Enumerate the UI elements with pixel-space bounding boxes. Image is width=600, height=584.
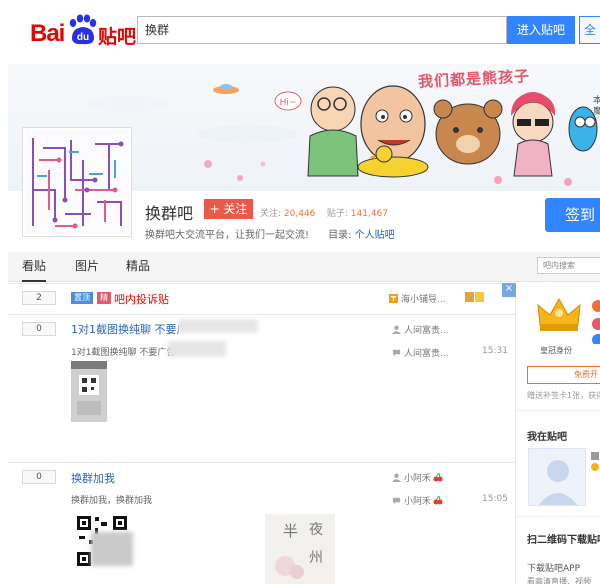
post-title-link[interactable]: 换群加我: [71, 470, 115, 486]
featured-badge: 精: [97, 292, 111, 304]
forum-avatar[interactable]: [22, 127, 132, 237]
post-thumbnail[interactable]: [71, 361, 107, 422]
user-icon: [392, 473, 401, 482]
forum-stats: 关注: 20,446 贴子: 141,467: [260, 206, 388, 219]
logo-tieba-text: 贴吧: [98, 26, 137, 48]
follow-count: 20,446: [283, 209, 316, 219]
follow-button[interactable]: + 关注: [204, 199, 253, 219]
post-thumbnail-image: [71, 361, 107, 422]
inner-search-input[interactable]: 吧内搜索: [537, 257, 600, 274]
cherry-icon: [433, 494, 443, 505]
watermark-char-1: 半: [283, 522, 298, 540]
qr-code-thumbnail[interactable]: [75, 514, 133, 568]
post-count: 141,467: [350, 209, 389, 219]
my-tieba-heading: 我在贴吧: [527, 432, 567, 443]
post-author-name: 海小铺导...: [401, 295, 446, 305]
watermark-char-3: 州: [309, 550, 323, 566]
post-divider: [8, 462, 516, 463]
free-upgrade-button[interactable]: 免费开: [527, 366, 600, 384]
last-reply-user[interactable]: 人间富贵...: [392, 346, 449, 359]
author-icon: [389, 294, 398, 303]
post-time: 15:05: [482, 494, 508, 504]
post-author[interactable]: 海小铺导...: [389, 292, 446, 305]
watermark-char-2: 夜: [309, 522, 323, 538]
watermark-thumbnail[interactable]: 半 夜 州: [265, 514, 335, 584]
signin-button[interactable]: 签到: [545, 198, 600, 232]
directory-label: 目录:: [328, 230, 352, 241]
tab-posts[interactable]: 看贴: [22, 252, 47, 282]
pinned-badge: 置顶: [71, 292, 93, 304]
last-reply-user-name: 人间富贵...: [404, 349, 449, 359]
download-app-sub: 看高清直播、视频: [527, 577, 591, 584]
close-icon[interactable]: ×: [502, 283, 516, 297]
follow-count-label: 关注:: [260, 209, 282, 219]
watermark-image: 半 夜 州: [265, 514, 335, 584]
post-title-link[interactable]: 吧内投诉贴: [114, 291, 169, 307]
tab-featured[interactable]: 精品: [126, 252, 150, 282]
thread-list-top-border: [8, 283, 516, 284]
reply-count: 0: [22, 322, 56, 336]
logo-du-text: du: [77, 32, 89, 43]
download-app-label[interactable]: 下载贴吧APP: [527, 561, 580, 574]
upgrade-note: 赠送补签卡1张，获得: [527, 391, 600, 400]
paw-icon: du: [69, 14, 97, 45]
hi-bubble-text: Hi~: [280, 98, 297, 108]
post-title-link[interactable]: 1对1截图换纯聊 不要广: [71, 321, 188, 337]
qr-download-heading: 扫二维码下载贴吧: [527, 535, 600, 546]
logo-bai-text: Bai: [30, 20, 65, 47]
directory-link[interactable]: 个人贴吧: [355, 230, 395, 241]
forum-description: 换群吧大交流平台，让我们一起交流! 目录: 个人贴吧: [145, 226, 395, 241]
user-avatar[interactable]: [528, 448, 586, 506]
blurred-text: [178, 319, 258, 333]
crown-icon: [537, 297, 581, 331]
forum-avatar-image: [25, 130, 129, 234]
search-input[interactable]: 换群: [137, 16, 507, 44]
sidebar-divider: [516, 410, 600, 411]
user-icon: [392, 325, 401, 334]
post-author[interactable]: 小阿禾: [392, 471, 443, 484]
last-reply-user[interactable]: 小阿禾: [392, 494, 443, 507]
reply-count: 0: [22, 470, 56, 484]
banner-side-text: 本魔: [593, 96, 600, 118]
tab-images[interactable]: 图片: [75, 252, 99, 282]
level-icon: [591, 452, 599, 471]
enter-tieba-button[interactable]: 进入贴吧: [507, 16, 575, 44]
reply-count: 2: [22, 291, 56, 305]
reply-icon: [392, 497, 401, 505]
last-reply-user-name: 小阿禾: [404, 497, 432, 507]
post-count-label: 贴子:: [326, 209, 348, 219]
default-avatar-icon: [529, 449, 585, 505]
blurred-text: [168, 341, 226, 357]
sidebar-divider: [516, 516, 600, 517]
post-divider: [8, 314, 516, 315]
post-author-name: 小阿禾: [404, 474, 432, 484]
forum-slogan: 换群吧大交流平台，让我们一起交流!: [145, 230, 310, 241]
top-search-bar: Bai du 贴吧 换群 进入贴吧 全: [0, 0, 600, 64]
search-all-button[interactable]: 全: [579, 16, 600, 44]
tieba-forum-page: Bai du 贴吧 换群 进入贴吧 全 Hi~ 我们都是熊孩子 本 魔 换群吧 …: [0, 0, 600, 584]
post-author[interactable]: 人间富贵...: [392, 323, 449, 336]
post-author-name: 人间富贵...: [404, 326, 449, 336]
banner-side-text-line-1: 本: [593, 96, 600, 106]
post-abstract: 1对1截图换纯聊 不要广告: [71, 348, 176, 358]
privilege-icons: [592, 300, 600, 344]
forum-tabs: 看贴 图片 精品: [8, 252, 600, 282]
forum-title[interactable]: 换群吧: [145, 200, 193, 224]
reply-icon: [392, 349, 401, 357]
post-time: 15:31: [482, 346, 508, 356]
crown-label: 皇冠身份: [540, 346, 572, 355]
cherry-icon: [433, 471, 443, 482]
blurred-overlay: [91, 532, 133, 566]
post-abstract: 换群加我，换群加我: [71, 496, 153, 506]
medal-icon: [465, 292, 484, 302]
banner-side-text-line-2: 魔: [593, 107, 600, 117]
